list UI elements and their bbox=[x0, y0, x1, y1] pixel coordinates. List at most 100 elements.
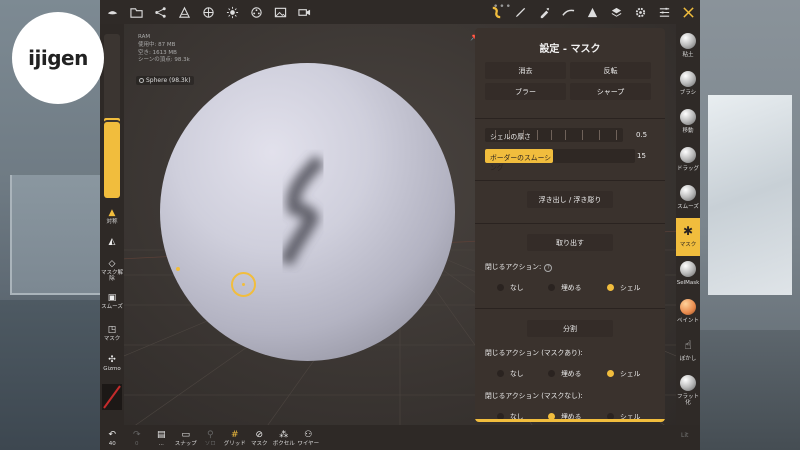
gizmo-button[interactable]: ✣ Gizmo bbox=[100, 354, 124, 373]
pivot-dot bbox=[176, 267, 180, 271]
gizmo-label: Gizmo bbox=[103, 366, 121, 372]
gear-icon[interactable] bbox=[628, 0, 652, 24]
emboss-button[interactable]: 浮き出し / 浮き彫り bbox=[527, 191, 613, 208]
tool-flatten[interactable]: フラット化 bbox=[676, 370, 700, 408]
snap-label: スナップ bbox=[174, 440, 197, 447]
voxel-button[interactable]: ⁂ ボクセル bbox=[272, 429, 297, 447]
dropper-icon[interactable] bbox=[532, 0, 556, 24]
option-fill[interactable]: 埋める bbox=[548, 368, 581, 378]
redo-button[interactable]: ↷ 0 bbox=[125, 429, 150, 447]
option-shell-label: シェル bbox=[620, 370, 641, 378]
extract-button[interactable]: 取り出す bbox=[527, 234, 613, 251]
wire-icon: ⚇ bbox=[304, 429, 313, 440]
border-smoothing-value: 15 bbox=[637, 152, 646, 160]
unmask-button[interactable]: ◇ マスク解除 bbox=[100, 258, 124, 283]
smooth-button[interactable]: ▣ スムーズ bbox=[100, 292, 124, 311]
snap-button[interactable]: ▭ スナップ bbox=[174, 429, 199, 447]
film-reel-icon[interactable] bbox=[244, 0, 268, 24]
close-action-unmasked-label: 閉じるアクション (マスクなし): bbox=[485, 392, 583, 400]
option-fill-label: 埋める bbox=[561, 370, 582, 378]
option-shell-label: シェル bbox=[620, 284, 641, 292]
layers-icon[interactable] bbox=[172, 0, 196, 24]
selmask-icon bbox=[680, 261, 696, 277]
object-tag[interactable]: Sphere (98.3k) bbox=[136, 76, 194, 85]
undo-icon: ↶ bbox=[108, 429, 117, 440]
share-icon[interactable] bbox=[148, 0, 172, 24]
tool-blur[interactable]: ☝ ぼかし bbox=[676, 332, 700, 370]
mask-button[interactable]: ◳ マスク bbox=[100, 324, 124, 343]
solo-button[interactable]: ⚲ ソロ bbox=[198, 429, 223, 447]
option-shell[interactable]: シェル bbox=[607, 368, 640, 378]
radius-slider[interactable] bbox=[104, 34, 120, 122]
lit-label: Lit bbox=[681, 432, 689, 439]
sliders-icon[interactable] bbox=[652, 0, 676, 24]
tool-mask[interactable]: ✱ マスク bbox=[676, 218, 700, 256]
tools-icon[interactable] bbox=[676, 0, 700, 24]
sun-icon[interactable] bbox=[220, 0, 244, 24]
symmetry-button[interactable]: ▲ 対称 bbox=[100, 207, 124, 226]
camera-icon[interactable] bbox=[292, 0, 316, 24]
image-icon[interactable] bbox=[268, 0, 292, 24]
folder-icon[interactable] bbox=[124, 0, 148, 24]
bottom-toolbar: ↶ 40 ↷ 0 ▤... ▭ スナップ ⚲ ソロ # グリッド ⊘ マスク ⁂ ボクセル ⚇… bbox=[100, 425, 700, 450]
mask-settings-panel: 設定 - マスク 消去 反転 ブラー シャープ シェルの厚さ 0.5 ボーダーの… bbox=[475, 28, 665, 422]
close-action-row: 閉じるアクション:? bbox=[485, 261, 553, 272]
option-fill[interactable]: 埋める bbox=[548, 282, 581, 292]
smooth-ball-icon bbox=[680, 185, 696, 201]
tool-label: 粘土 bbox=[682, 52, 694, 58]
tool-label: ブラシ bbox=[679, 90, 697, 96]
clear-button[interactable]: 消去 bbox=[485, 62, 566, 79]
object-name: Sphere (98.3k) bbox=[146, 77, 191, 84]
book-icon: ▤ bbox=[156, 429, 166, 440]
brush-center bbox=[242, 283, 245, 286]
sharpen-button[interactable]: シャープ bbox=[570, 83, 651, 100]
blur-button[interactable]: ブラー bbox=[485, 83, 566, 100]
color-swatch[interactable] bbox=[102, 384, 122, 410]
solo-label: ソロ bbox=[204, 440, 216, 447]
tool-paint[interactable]: ペイント bbox=[676, 294, 700, 332]
option-none[interactable]: なし bbox=[497, 282, 524, 292]
intensity-slider[interactable] bbox=[104, 120, 120, 198]
option-none[interactable]: なし bbox=[497, 368, 524, 378]
paint-icon bbox=[680, 299, 696, 315]
option-shell[interactable]: シェル bbox=[607, 282, 640, 292]
mask-visibility-button[interactable]: ⊘ マスク bbox=[247, 429, 272, 447]
help-icon[interactable]: ? bbox=[544, 264, 553, 272]
right-toolstrip: 粘土 ブラシ 移動 ドラッグ スムーズ ✱ マスク SelMask ペイント ☝ ぼ… bbox=[676, 24, 700, 425]
undo-button[interactable]: ↶ 40 bbox=[100, 429, 125, 447]
tool-label: ドラッグ bbox=[676, 166, 699, 172]
triangle-icon[interactable] bbox=[580, 0, 604, 24]
tool-move[interactable]: 移動 bbox=[676, 104, 700, 142]
brush-cursor bbox=[231, 272, 256, 297]
tool-brush[interactable]: ブラシ bbox=[676, 66, 700, 104]
book-button[interactable]: ▤... bbox=[149, 429, 174, 447]
book-label: ... bbox=[158, 440, 164, 447]
environment-floor bbox=[0, 300, 100, 450]
option-none-label: なし bbox=[510, 284, 524, 292]
tool-smooth[interactable]: スムーズ bbox=[676, 180, 700, 218]
mask-tool-icon[interactable] bbox=[484, 0, 508, 24]
tool-label: スムーズ bbox=[677, 204, 699, 210]
stack-icon[interactable] bbox=[604, 0, 628, 24]
shell-thickness-slider[interactable]: シェルの厚さ bbox=[485, 128, 623, 142]
tool-clay[interactable]: 粘土 bbox=[676, 28, 700, 66]
globe-icon[interactable] bbox=[196, 0, 220, 24]
info-line: シーンの頂点: 98.3k bbox=[138, 57, 190, 64]
wire-button[interactable]: ⚇ ワイヤー bbox=[296, 429, 321, 447]
option-fill-label: 埋める bbox=[561, 284, 582, 292]
mask-label: マスク bbox=[103, 336, 121, 342]
tool-selmask[interactable]: SelMask bbox=[676, 256, 700, 294]
border-smoothing-slider[interactable]: ボーダーのスムーシング bbox=[485, 149, 635, 172]
menu-icon[interactable] bbox=[100, 0, 124, 24]
tool-drag[interactable]: ドラッグ bbox=[676, 142, 700, 180]
grid-button[interactable]: # グリッド bbox=[223, 429, 248, 447]
pen-icon[interactable] bbox=[508, 0, 532, 24]
split-button[interactable]: 分割 bbox=[527, 320, 613, 337]
brush-stroke-icon[interactable] bbox=[556, 0, 580, 24]
tool-label: ペイント bbox=[676, 318, 699, 324]
divider bbox=[475, 308, 665, 309]
tool-label: SelMask bbox=[676, 280, 700, 286]
invert-button[interactable]: 反転 bbox=[570, 62, 651, 79]
brush-button[interactable]: ◭ bbox=[100, 236, 124, 248]
environment-wall bbox=[10, 175, 100, 295]
